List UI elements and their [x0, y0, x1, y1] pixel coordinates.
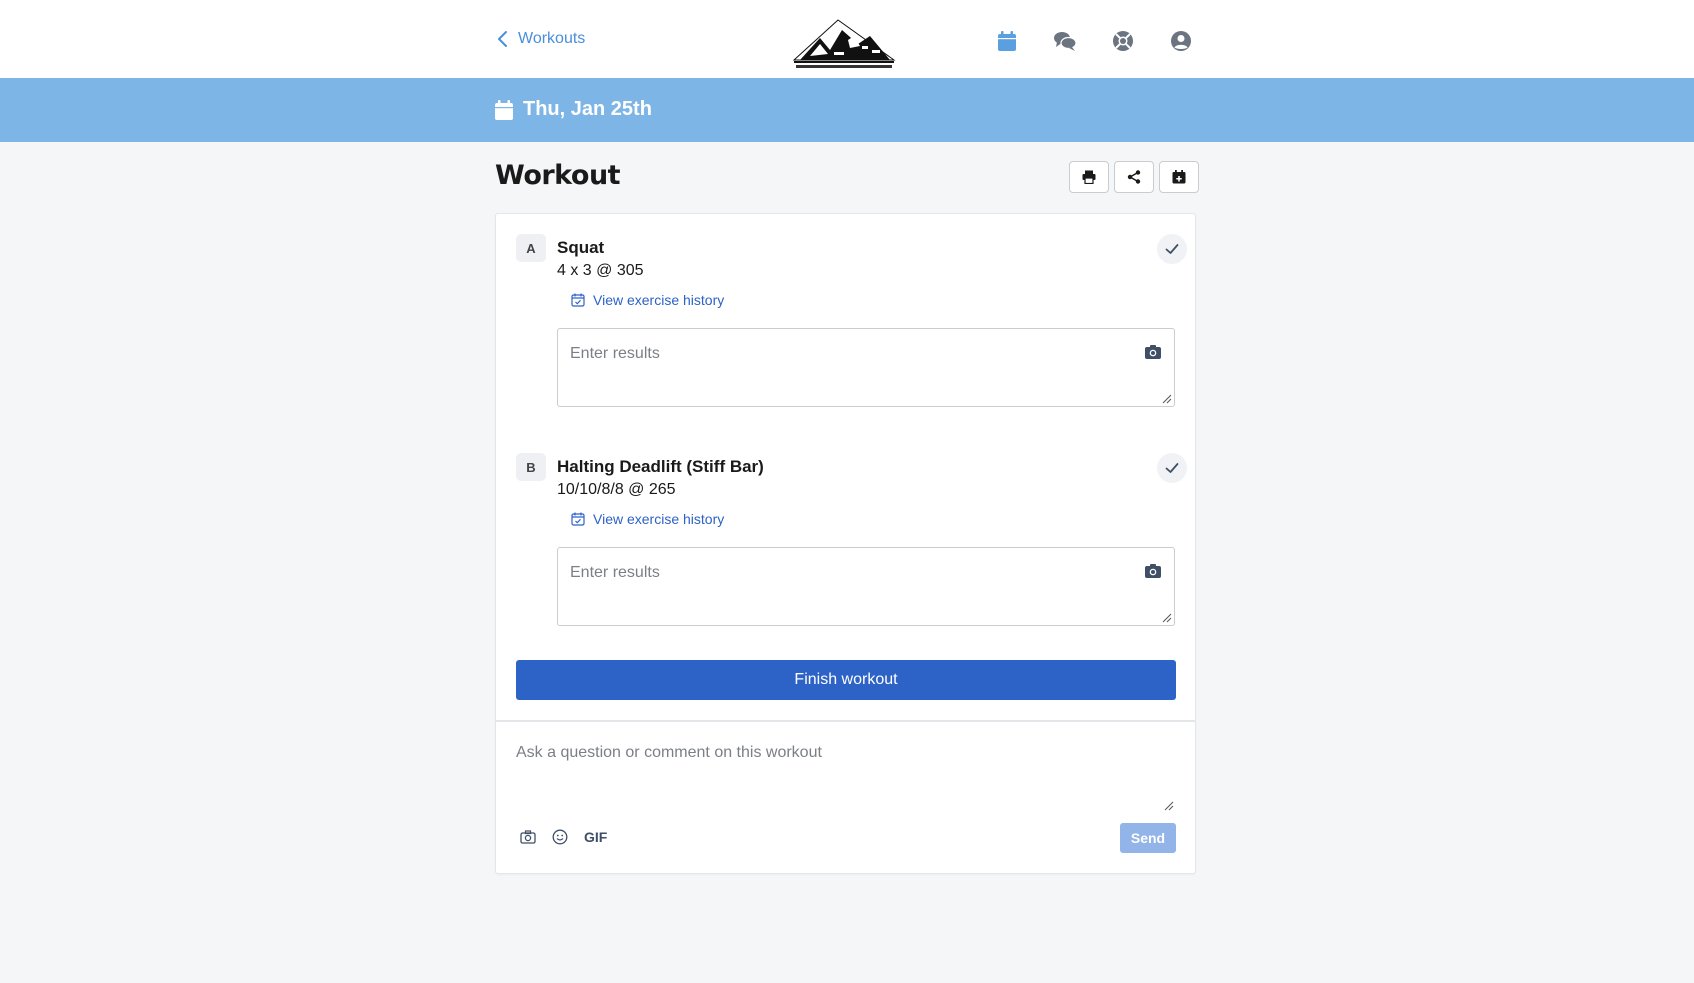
back-link-label: Workouts: [518, 30, 586, 47]
results-input[interactable]: [570, 564, 1110, 582]
print-icon: [1082, 170, 1096, 184]
share-icon: [1127, 170, 1141, 184]
camera-icon[interactable]: [1144, 562, 1162, 580]
history-link-label: View exercise history: [593, 511, 725, 527]
calendar-nav-button[interactable]: [978, 26, 1036, 56]
workout-card: A Squat 4 x 3 @ 305 View exercise histor…: [495, 213, 1196, 874]
view-exercise-history-link[interactable]: View exercise history: [571, 511, 724, 527]
messages-nav-button[interactable]: [1036, 26, 1094, 56]
exercise-name: Halting Deadlift (Stiff Bar): [557, 457, 764, 476]
view-exercise-history-link[interactable]: View exercise history: [571, 292, 724, 308]
user-icon: [1171, 31, 1191, 51]
complete-exercise-button[interactable]: [1157, 453, 1187, 483]
history-link-label: View exercise history: [593, 292, 725, 308]
help-icon: [1113, 31, 1133, 51]
divider: [496, 720, 1195, 722]
emoji-button[interactable]: [552, 829, 568, 845]
exercise-prescription: 4 x 3 @ 305: [557, 262, 644, 279]
chevron-left-icon: [498, 31, 507, 47]
exercise-letter-badge: B: [516, 453, 546, 481]
results-field: [557, 328, 1175, 407]
checkmark-icon: [1165, 463, 1179, 473]
send-comment-button[interactable]: Send: [1120, 823, 1176, 853]
smiley-icon: [552, 829, 568, 845]
resize-grip-icon[interactable]: [1160, 611, 1172, 623]
chat-icon: [1054, 32, 1077, 51]
results-input[interactable]: [570, 345, 1110, 363]
exercise-name: Squat: [557, 238, 605, 257]
comment-toolbar: GIF: [520, 829, 607, 845]
camera-icon[interactable]: [1144, 343, 1162, 361]
results-field: [557, 547, 1175, 626]
share-button[interactable]: [1114, 161, 1154, 193]
finish-workout-button[interactable]: Finish workout: [516, 660, 1176, 700]
complete-exercise-button[interactable]: [1157, 234, 1187, 264]
calendar-icon: [495, 99, 513, 120]
calendar-icon: [998, 31, 1016, 51]
resize-grip-icon[interactable]: [1162, 799, 1174, 811]
add-to-calendar-button[interactable]: [1159, 161, 1199, 193]
camera-icon: [520, 830, 536, 844]
calendar-add-icon: [1172, 170, 1186, 184]
workout-date: Thu, Jan 25th: [523, 98, 652, 120]
page-title: Workout: [495, 160, 621, 191]
comment-input[interactable]: [516, 744, 1156, 762]
attach-photo-button[interactable]: [520, 829, 536, 845]
top-navbar: Workouts: [0, 0, 1694, 78]
exercise-letter-badge: A: [516, 234, 546, 262]
checkmark-icon: [1165, 244, 1179, 254]
gif-button[interactable]: GIF: [584, 829, 607, 845]
exercise-prescription: 10/10/8/8 @ 265: [557, 481, 676, 498]
resize-grip-icon[interactable]: [1160, 392, 1172, 404]
date-banner: Thu, Jan 25th: [0, 78, 1694, 142]
workout-actions: [1069, 161, 1199, 193]
calendar-check-icon: [571, 293, 585, 307]
print-button[interactable]: [1069, 161, 1109, 193]
calendar-check-icon: [571, 512, 585, 526]
account-nav-button[interactable]: [1152, 26, 1210, 56]
brand-logo[interactable]: [790, 16, 900, 70]
help-nav-button[interactable]: [1094, 26, 1152, 56]
back-to-workouts-link[interactable]: Workouts: [496, 30, 585, 48]
